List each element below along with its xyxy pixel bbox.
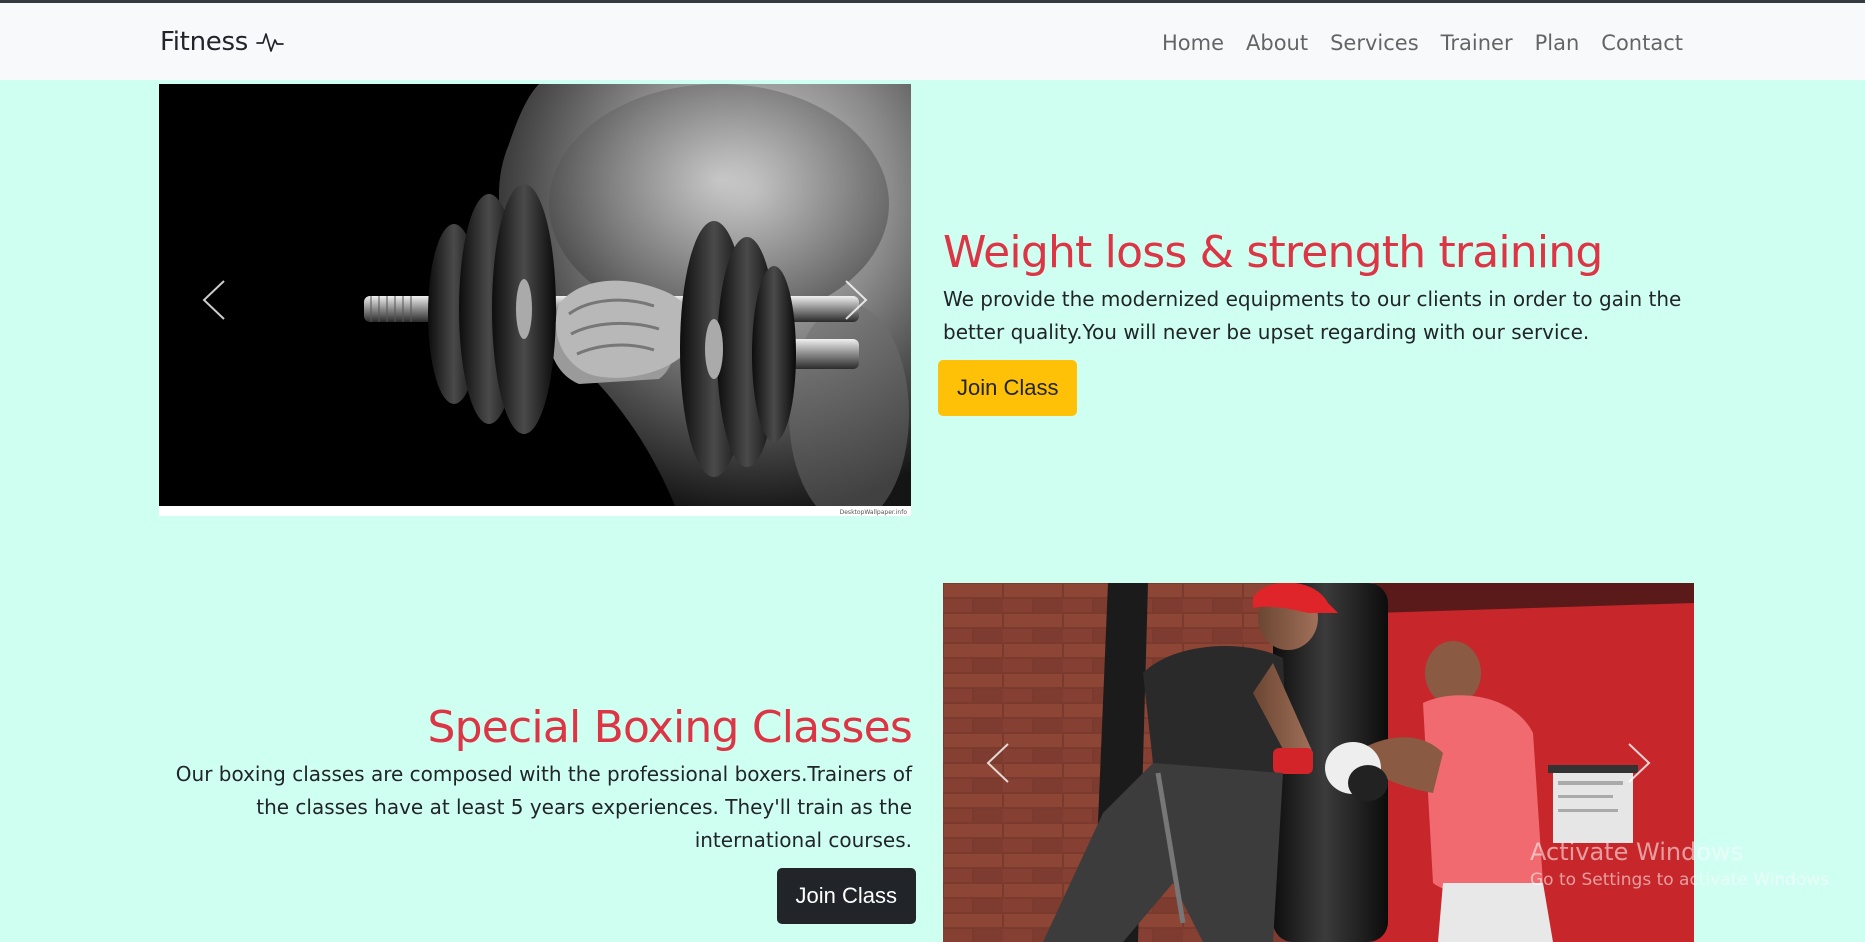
strength-heading: Weight loss & strength training — [943, 227, 1603, 278]
strength-section: Weight loss & strength training We provi… — [938, 225, 1703, 416]
windows-activation-watermark: Activate Windows Go to Settings to activ… — [1530, 838, 1835, 890]
carousel-prev-button[interactable] — [943, 583, 1053, 942]
boxing-heading: Special Boxing Classes — [427, 702, 913, 753]
carousel-next-button[interactable] — [801, 84, 911, 516]
strength-carousel: DesktopWallpaper.info — [159, 84, 911, 516]
navbar: Fitness Home About Services Trainer Plan… — [0, 3, 1865, 80]
nav-link-home[interactable]: Home — [1162, 31, 1224, 55]
nav-link-trainer[interactable]: Trainer — [1441, 31, 1513, 55]
join-class-button[interactable]: Join Class — [938, 360, 1078, 416]
navbar-brand[interactable]: Fitness — [160, 27, 284, 57]
chevron-left-icon — [202, 280, 225, 320]
activity-pulse-icon — [256, 33, 284, 52]
chevron-left-icon — [986, 742, 1009, 783]
boxing-section: Special Boxing Classes Our boxing classe… — [170, 700, 916, 924]
carousel-prev-button[interactable] — [159, 84, 269, 516]
brand-label: Fitness — [160, 27, 248, 57]
chevron-right-icon — [845, 280, 868, 320]
dumbbell-photo — [159, 84, 911, 516]
watermark-subtitle: Go to Settings to activate Windows. — [1530, 870, 1835, 890]
strength-description: We provide the modernized equipments to … — [943, 287, 1682, 344]
join-class-button[interactable]: Join Class — [776, 868, 916, 924]
nav-link-contact[interactable]: Contact — [1601, 31, 1683, 55]
nav-link-services[interactable]: Services — [1330, 31, 1419, 55]
image-credit-bar — [159, 506, 911, 516]
chevron-right-icon — [1628, 742, 1651, 783]
nav-link-plan[interactable]: Plan — [1535, 31, 1580, 55]
watermark-title: Activate Windows — [1530, 838, 1744, 866]
boxing-description: Our boxing classes are composed with the… — [175, 762, 912, 852]
nav-links: Home About Services Trainer Plan Contact — [1162, 31, 1683, 55]
nav-link-about[interactable]: About — [1246, 31, 1308, 55]
